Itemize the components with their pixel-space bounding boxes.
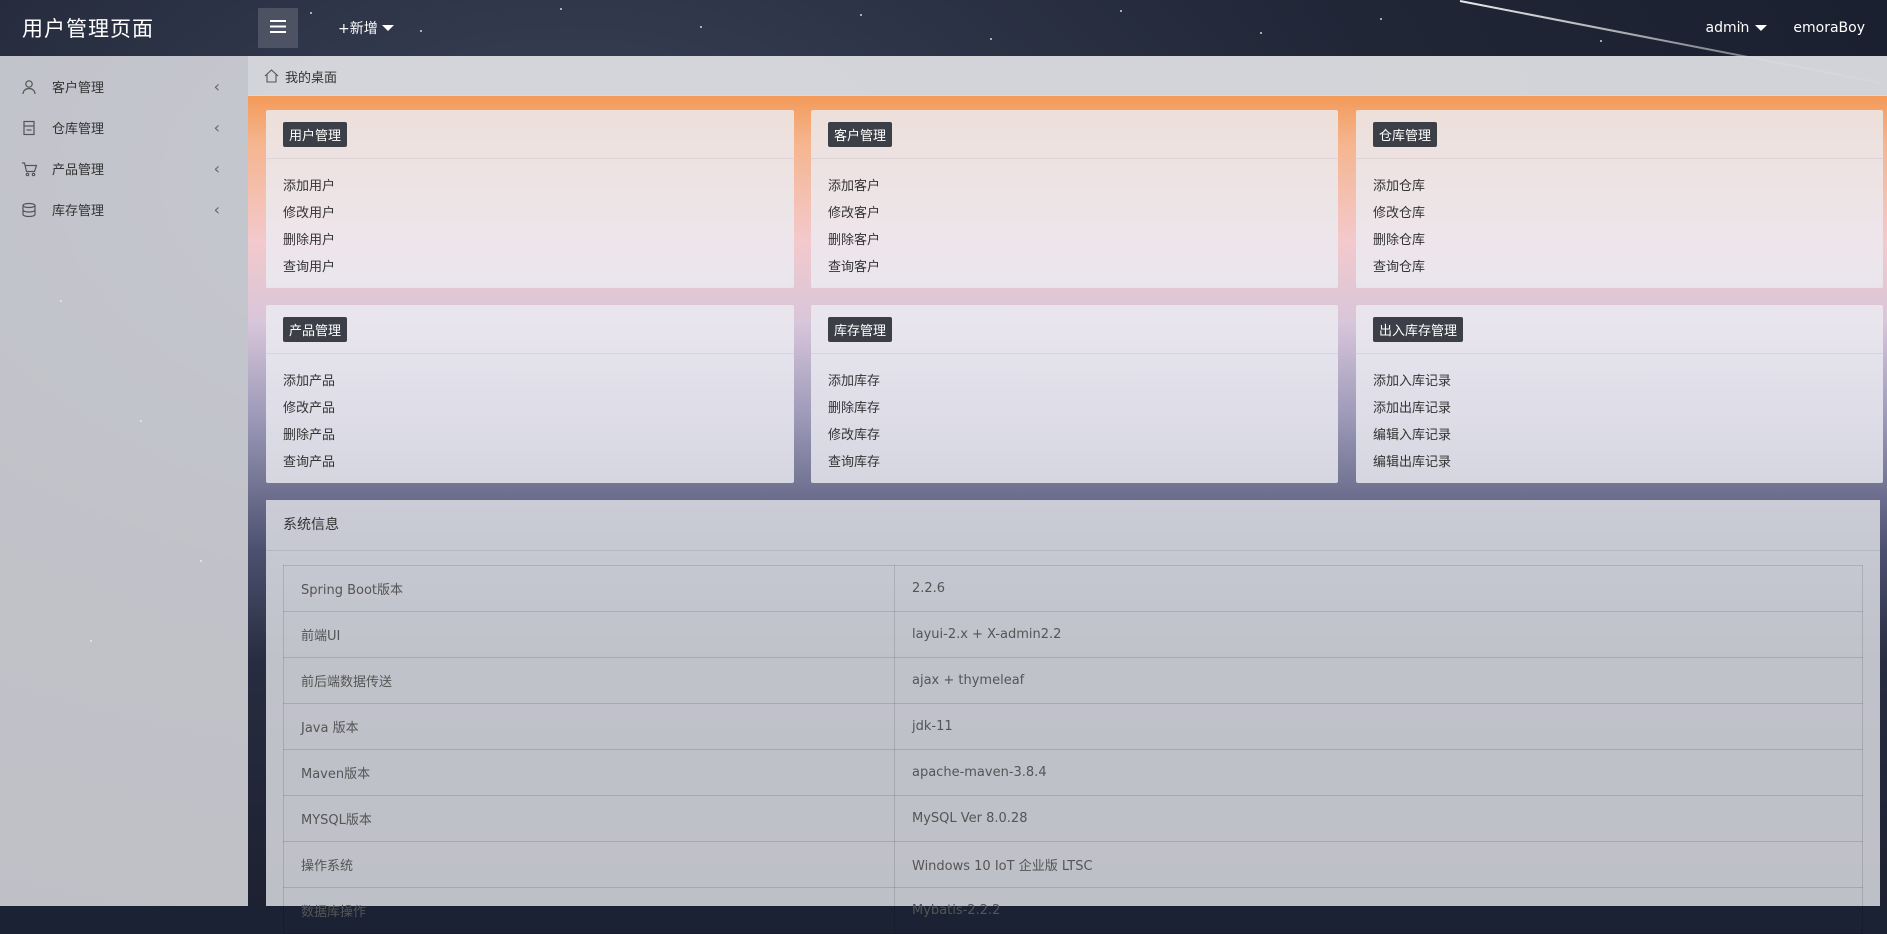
table-row: Java 版本 jdk-11 — [283, 703, 1863, 750]
info-value: 2.2.6 — [894, 565, 1863, 612]
link-edit-inbound-record[interactable]: 编辑入库记录 — [1373, 422, 1883, 449]
link-query-inventory[interactable]: 查询库存 — [828, 449, 1338, 476]
card-title: 仓库管理 — [1373, 121, 1438, 147]
table-row: Spring Boot版本 2.2.6 — [283, 565, 1863, 612]
table-row: MYSQL版本 MySQL Ver 8.0.28 — [283, 795, 1863, 842]
link-query-warehouse[interactable]: 查询仓库 — [1373, 254, 1883, 281]
info-value: Windows 10 IoT 企业版 LTSC — [894, 841, 1863, 888]
sidebar-item-customer[interactable]: 客户管理 ‹ — [0, 66, 248, 107]
link-edit-warehouse[interactable]: 修改仓库 — [1373, 200, 1883, 227]
info-key: MYSQL版本 — [283, 795, 895, 842]
breadcrumb-label[interactable]: 我的桌面 — [285, 67, 337, 86]
link-edit-product[interactable]: 修改产品 — [283, 395, 794, 422]
chevron-left-icon: ‹ — [213, 118, 220, 137]
card-title: 客户管理 — [828, 121, 893, 147]
link-add-inbound-record[interactable]: 添加入库记录 — [1373, 368, 1883, 395]
menu-icon — [270, 19, 286, 37]
info-value: jdk-11 — [894, 703, 1863, 750]
link-query-product[interactable]: 查询产品 — [283, 449, 794, 476]
table-row: Maven版本 apache-maven-3.8.4 — [283, 749, 1863, 796]
info-key: Spring Boot版本 — [283, 565, 895, 612]
sidebar-item-product[interactable]: 产品管理 ‹ — [0, 148, 248, 189]
sidebar-item-warehouse[interactable]: 仓库管理 ‹ — [0, 107, 248, 148]
info-value: layui-2.x + X-admin2.2 — [894, 611, 1863, 658]
link-add-product[interactable]: 添加产品 — [283, 368, 794, 395]
cart-icon — [20, 160, 38, 178]
chevron-left-icon: ‹ — [213, 77, 220, 96]
link-add-outbound-record[interactable]: 添加出库记录 — [1373, 395, 1883, 422]
table-row: 前端UI layui-2.x + X-admin2.2 — [283, 611, 1863, 658]
link-query-customer[interactable]: 查询客户 — [828, 254, 1338, 281]
card-user-management: 用户管理 添加用户 修改用户 删除用户 查询用户 — [266, 110, 794, 288]
chevron-left-icon: ‹ — [213, 159, 220, 178]
card-title: 用户管理 — [283, 121, 348, 147]
sidebar-item-label: 库存管理 — [52, 204, 105, 219]
info-value: MySQL Ver 8.0.28 — [894, 795, 1863, 842]
link-delete-product[interactable]: 删除产品 — [283, 422, 794, 449]
table-row: 前后端数据传送 ajax + thymeleaf — [283, 657, 1863, 704]
link-edit-inventory[interactable]: 修改库存 — [828, 422, 1338, 449]
admin-user-label: admin — [1705, 20, 1750, 36]
card-stock-io-management: 出入库存管理 添加入库记录 添加出库记录 编辑入库记录 编辑出库记录 — [1356, 305, 1883, 483]
app-logo: 用户管理页面 — [22, 17, 154, 41]
chevron-down-icon — [1755, 25, 1768, 31]
chevron-left-icon: ‹ — [213, 200, 220, 219]
link-delete-customer[interactable]: 删除客户 — [828, 227, 1338, 254]
card-inventory-management: 库存管理 添加库存 删除库存 修改库存 查询库存 — [811, 305, 1338, 483]
card-warehouse-management: 仓库管理 添加仓库 修改仓库 删除仓库 查询仓库 — [1356, 110, 1883, 288]
system-info-table: Spring Boot版本 2.2.6 前端UI layui-2.x + X-adm… — [283, 565, 1863, 934]
database-icon — [20, 201, 38, 219]
admin-user-menu[interactable]: admin — [1706, 20, 1768, 36]
link-add-customer[interactable]: 添加客户 — [828, 173, 1338, 200]
info-key: Java 版本 — [283, 703, 895, 750]
sidebar: 客户管理 ‹ 仓库管理 ‹ 产品管理 ‹ 库存管理 ‹ — [0, 56, 248, 906]
link-edit-customer[interactable]: 修改客户 — [828, 200, 1338, 227]
table-row: 数据库操作 Mybatis-2.2.2 — [283, 887, 1863, 934]
link-edit-outbound-record[interactable]: 编辑出库记录 — [1373, 449, 1883, 476]
info-value: apache-maven-3.8.4 — [894, 749, 1863, 796]
new-menu-label: +新增 — [338, 21, 378, 37]
new-menu-button[interactable]: +新增 — [338, 18, 394, 38]
table-row: 操作系统 Windows 10 IoT 企业版 LTSC — [283, 841, 1863, 888]
system-info-title: 系统信息 — [266, 500, 1880, 551]
link-edit-user[interactable]: 修改用户 — [283, 200, 794, 227]
info-key: 数据库操作 — [283, 887, 895, 934]
link-delete-warehouse[interactable]: 删除仓库 — [1373, 227, 1883, 254]
system-info-panel: 系统信息 Spring Boot版本 2.2.6 前端UI layui-2.x + … — [266, 500, 1880, 934]
card-title: 出入库存管理 — [1373, 316, 1464, 342]
link-add-inventory[interactable]: 添加库存 — [828, 368, 1338, 395]
sidebar-item-label: 仓库管理 — [52, 122, 105, 137]
top-header: 用户管理页面 +新增 admin emoraBoy — [0, 0, 1887, 56]
card-title: 产品管理 — [283, 316, 348, 342]
link-add-user[interactable]: 添加用户 — [283, 173, 794, 200]
info-value: Mybatis-2.2.2 — [894, 887, 1863, 934]
info-value: ajax + thymeleaf — [894, 657, 1863, 704]
info-key: 操作系统 — [283, 841, 895, 888]
sidebar-item-inventory[interactable]: 库存管理 ‹ — [0, 189, 248, 230]
warehouse-icon — [20, 119, 38, 137]
sidebar-item-label: 产品管理 — [52, 163, 105, 178]
emoraboy-link[interactable]: emoraBoy — [1793, 20, 1865, 36]
card-title: 库存管理 — [828, 316, 893, 342]
link-delete-inventory[interactable]: 删除库存 — [828, 395, 1338, 422]
info-key: 前端UI — [283, 611, 895, 658]
card-product-management: 产品管理 添加产品 修改产品 删除产品 查询产品 — [266, 305, 794, 483]
link-query-user[interactable]: 查询用户 — [283, 254, 794, 281]
info-key: Maven版本 — [283, 749, 895, 796]
breadcrumb: 我的桌面 — [248, 56, 1887, 96]
link-delete-user[interactable]: 删除用户 — [283, 227, 794, 254]
link-add-warehouse[interactable]: 添加仓库 — [1373, 173, 1883, 200]
user-icon — [20, 78, 38, 96]
menu-toggle-button[interactable] — [258, 8, 298, 48]
info-key: 前后端数据传送 — [283, 657, 895, 704]
sidebar-item-label: 客户管理 — [52, 81, 105, 96]
card-customer-management: 客户管理 添加客户 修改客户 删除客户 查询客户 — [811, 110, 1338, 288]
home-icon — [264, 69, 279, 83]
chevron-down-icon — [381, 25, 394, 31]
